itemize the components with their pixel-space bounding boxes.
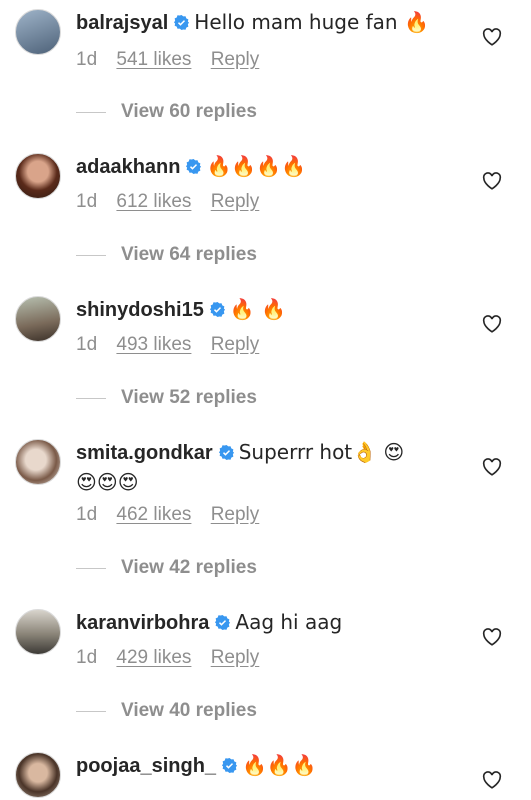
avatar[interactable] [15, 752, 61, 798]
avatar[interactable] [15, 153, 61, 199]
comment-username[interactable]: karanvirbohra [76, 612, 209, 634]
view-replies-button[interactable]: View 40 replies [76, 699, 257, 723]
verified-badge-icon [174, 15, 190, 30]
comment-text: 🔥 🔥 [229, 297, 286, 321]
comment-time: 1d [76, 191, 98, 212]
heart-outline-icon[interactable] [482, 28, 502, 46]
comment-text: 🔥🔥🔥🔥 [206, 154, 307, 178]
comment-meta: 1d 493 likes Reply [76, 333, 273, 357]
comment-text: Superrr hot👌 😍 [238, 440, 405, 464]
likes-count-link[interactable]: 541 likes [116, 49, 191, 70]
divider-line [76, 254, 106, 256]
avatar[interactable] [15, 609, 61, 655]
verified-badge-icon [218, 445, 234, 460]
heart-outline-icon[interactable] [482, 458, 502, 476]
comment-time: 1d [76, 334, 98, 355]
comment-time: 1d [76, 504, 98, 525]
likes-count-link[interactable]: 462 likes [116, 504, 191, 525]
view-replies-button[interactable]: View 64 replies [76, 243, 257, 267]
view-replies-label: View 60 replies [121, 101, 257, 122]
view-replies-label: View 64 replies [121, 244, 257, 265]
comment-username[interactable]: adaakhann [76, 156, 180, 178]
comment-text: 🔥🔥🔥 [242, 753, 317, 777]
reply-button[interactable]: Reply [211, 191, 260, 212]
comment-username[interactable]: balrajsyal [76, 12, 168, 34]
comment-meta: 1d 462 likes Reply [76, 503, 273, 527]
heart-outline-icon[interactable] [482, 771, 502, 789]
divider-line [76, 111, 106, 113]
divider-line [76, 567, 106, 569]
reply-button[interactable]: Reply [211, 647, 260, 668]
comment-text: Aag hi aag [235, 610, 343, 634]
comment-meta: 1d 612 likes Reply [76, 190, 273, 214]
comment-text: Hello mam huge fan 🔥 [194, 10, 429, 34]
avatar[interactable] [15, 9, 61, 55]
reply-button[interactable]: Reply [211, 334, 260, 355]
heart-outline-icon[interactable] [482, 172, 502, 190]
comment-meta: 1d 429 likes Reply [76, 646, 273, 670]
verified-badge-icon [215, 615, 231, 630]
likes-count-link[interactable]: 612 likes [116, 191, 191, 212]
avatar[interactable] [15, 439, 61, 485]
likes-count-link[interactable]: 493 likes [116, 334, 191, 355]
view-replies-label: View 52 replies [121, 387, 257, 408]
comment-username[interactable]: poojaa_singh_ [76, 755, 216, 777]
comment-meta: 1d 541 likes Reply [76, 48, 273, 72]
view-replies-button[interactable]: View 60 replies [76, 100, 257, 124]
verified-badge-icon [186, 159, 202, 174]
comment-text-line2: 😍😍😍 [76, 470, 139, 494]
comment-time: 1d [76, 647, 98, 668]
view-replies-label: View 40 replies [121, 700, 257, 721]
comment-time: 1d [76, 49, 98, 70]
reply-button[interactable]: Reply [211, 504, 260, 525]
heart-outline-icon[interactable] [482, 628, 502, 646]
heart-outline-icon[interactable] [482, 315, 502, 333]
divider-line [76, 397, 106, 399]
verified-badge-icon [222, 758, 238, 773]
comment-username[interactable]: smita.gondkar [76, 442, 213, 464]
view-replies-button[interactable]: View 52 replies [76, 386, 257, 410]
view-replies-label: View 42 replies [121, 557, 257, 578]
view-replies-button[interactable]: View 42 replies [76, 556, 257, 580]
avatar[interactable] [15, 296, 61, 342]
verified-badge-icon [209, 302, 225, 317]
divider-line [76, 710, 106, 712]
reply-button[interactable]: Reply [211, 49, 260, 70]
likes-count-link[interactable]: 429 likes [116, 647, 191, 668]
comment-username[interactable]: shinydoshi15 [76, 299, 204, 321]
